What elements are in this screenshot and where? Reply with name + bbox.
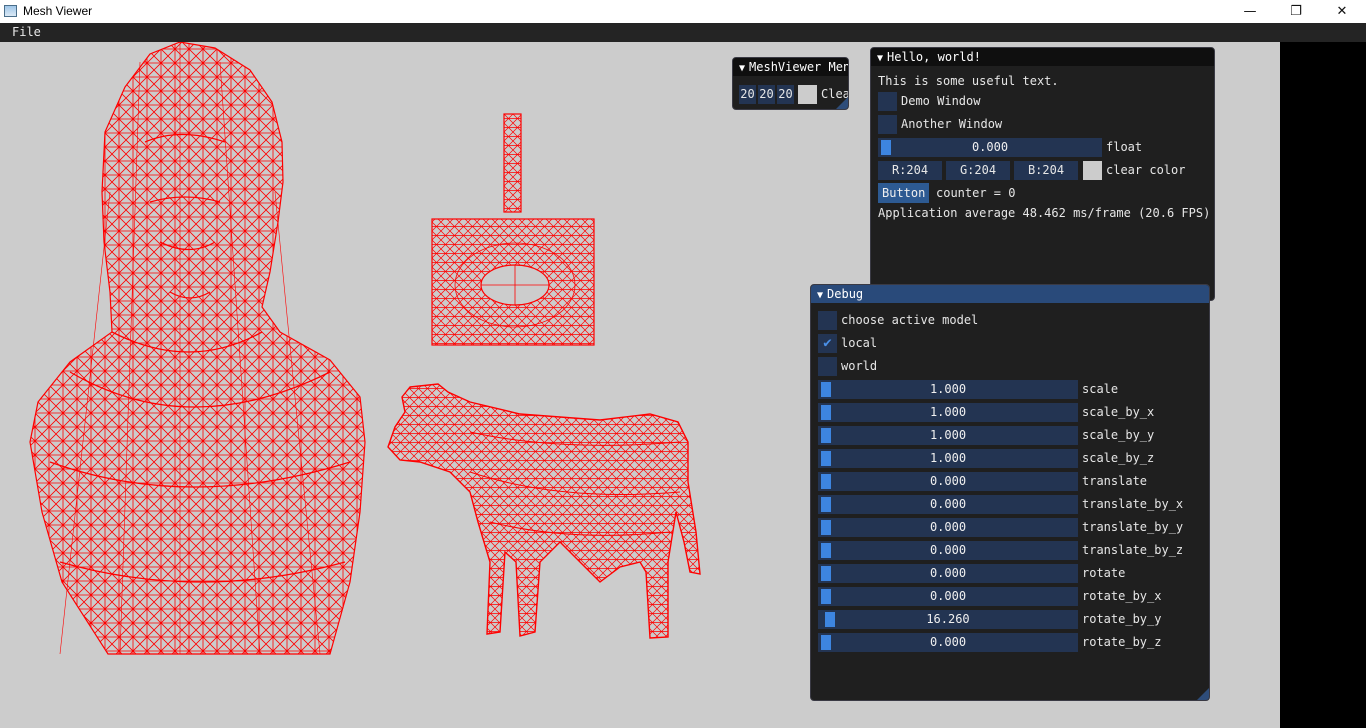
green-field[interactable]: G:204: [946, 161, 1010, 180]
hello-button[interactable]: Button: [878, 183, 930, 203]
local-checkbox[interactable]: ✔: [818, 334, 837, 353]
mesh-value-3[interactable]: 20: [777, 85, 794, 104]
clear-color-swatch[interactable]: [1083, 161, 1102, 180]
collapse-arrow-icon[interactable]: ▼: [817, 287, 823, 303]
world-label: world: [841, 359, 878, 373]
mesh-value-2[interactable]: 20: [758, 85, 775, 104]
fps-text: Application average 48.462 ms/frame (20.…: [878, 206, 1211, 220]
slider-rotate[interactable]: 0.000: [818, 564, 1078, 583]
file-menu[interactable]: File: [12, 25, 41, 39]
red-field[interactable]: R:204: [878, 161, 942, 180]
resize-grip-icon[interactable]: [836, 97, 848, 109]
slider-value: 0.000: [929, 566, 967, 580]
slider-value: 0.000: [929, 474, 967, 488]
checkmark-icon: ✔: [823, 335, 832, 351]
meshviewer-menu-window[interactable]: ▼MeshViewer Menu 20 20 20 Clear: [732, 57, 849, 110]
float-slider[interactable]: 0.000: [878, 138, 1102, 157]
viewport-margin: [1280, 42, 1366, 728]
slider-label: rotate_by_x: [1082, 589, 1162, 603]
collapse-arrow-icon[interactable]: ▼: [877, 50, 883, 66]
window-title: Mesh Viewer: [23, 4, 93, 18]
slider-value: 1.000: [929, 405, 967, 419]
app-icon: [4, 5, 17, 17]
demo-window-checkbox[interactable]: [878, 92, 897, 111]
float-label: float: [1106, 140, 1143, 154]
slider-rotate-by-y[interactable]: 16.260: [818, 610, 1078, 629]
slider-label: scale_by_y: [1082, 428, 1155, 442]
slider-rotate-by-x[interactable]: 0.000: [818, 587, 1078, 606]
minimize-button[interactable]: —: [1227, 0, 1273, 23]
bust-mesh: [29, 42, 366, 655]
slider-scale-by-y[interactable]: 1.000: [818, 426, 1078, 445]
slider-label: rotate: [1082, 566, 1126, 580]
useful-text: This is some useful text.: [878, 74, 1059, 88]
meshviewer-menu-title[interactable]: ▼ MeshViewer Menu: [733, 58, 848, 76]
mesh-value-1[interactable]: 20: [739, 85, 756, 104]
choose-active-model-label: choose active model: [841, 313, 979, 327]
debug-window-title[interactable]: ▼ Debug: [811, 285, 1209, 303]
local-label: local: [841, 336, 878, 350]
window-titlebar: Mesh Viewer — ❐ ✕: [0, 0, 1366, 23]
maximize-button[interactable]: ❐: [1273, 0, 1319, 23]
meshviewer-menu-title-text: MeshViewer Menu: [749, 60, 848, 74]
cow-mesh: [387, 383, 701, 639]
slider-scale-by-x[interactable]: 1.000: [818, 403, 1078, 422]
slider-label: scale_by_x: [1082, 405, 1155, 419]
slider-translate[interactable]: 0.000: [818, 472, 1078, 491]
slider-rotate-by-z[interactable]: 0.000: [818, 633, 1078, 652]
slider-label: translate_by_y: [1082, 520, 1184, 534]
slider-scale-by-z[interactable]: 1.000: [818, 449, 1078, 468]
debug-window-title-text: Debug: [827, 287, 864, 301]
slider-translate-by-z[interactable]: 0.000: [818, 541, 1078, 560]
debug-window[interactable]: ▼ Debug choose active model ✔ local world…: [810, 284, 1210, 701]
slider-value: 0.000: [929, 497, 967, 511]
menu-bar: File: [0, 23, 1366, 42]
slider-label: rotate_by_y: [1082, 612, 1162, 626]
hello-window-title-text: Hello, world!: [887, 50, 981, 64]
hello-window-title[interactable]: ▼ Hello, world!: [871, 48, 1214, 66]
hello-world-window[interactable]: ▼ Hello, world! This is some useful text.…: [870, 47, 1215, 301]
counter-text: counter = 0: [936, 186, 1016, 200]
box-mesh: [431, 218, 595, 346]
slider-value: 0.000: [929, 589, 967, 603]
slider-label: translate: [1082, 474, 1148, 488]
clear-color-label: clear color: [1106, 163, 1186, 177]
collapse-arrow-icon[interactable]: ▼: [739, 60, 745, 76]
slider-translate-by-y[interactable]: 0.000: [818, 518, 1078, 537]
close-button[interactable]: ✕: [1319, 0, 1365, 23]
float-value: 0.000: [971, 140, 1009, 154]
slider-value: 0.000: [929, 543, 967, 557]
slider-label: scale_by_z: [1082, 451, 1155, 465]
slider-scale[interactable]: 1.000: [818, 380, 1078, 399]
slider-value: 1.000: [929, 428, 967, 442]
world-checkbox[interactable]: [818, 357, 837, 376]
slider-value: 0.000: [929, 520, 967, 534]
demo-window-label: Demo Window: [901, 94, 981, 108]
blue-field[interactable]: B:204: [1014, 161, 1078, 180]
slider-value: 1.000: [929, 451, 967, 465]
another-window-label: Another Window: [901, 117, 1003, 131]
rod-mesh: [503, 113, 522, 213]
another-window-checkbox[interactable]: [878, 115, 897, 134]
slider-value: 1.000: [929, 382, 967, 396]
slider-label: scale: [1082, 382, 1119, 396]
choose-active-model-checkbox[interactable]: [818, 311, 837, 330]
slider-label: rotate_by_z: [1082, 635, 1162, 649]
slider-translate-by-x[interactable]: 0.000: [818, 495, 1078, 514]
mesh-color-swatch[interactable]: [798, 85, 817, 104]
slider-value: 0.000: [929, 635, 967, 649]
resize-grip-icon[interactable]: [1197, 688, 1209, 700]
slider-value: 16.260: [926, 612, 970, 626]
slider-label: translate_by_x: [1082, 497, 1184, 511]
slider-label: translate_by_z: [1082, 543, 1184, 557]
